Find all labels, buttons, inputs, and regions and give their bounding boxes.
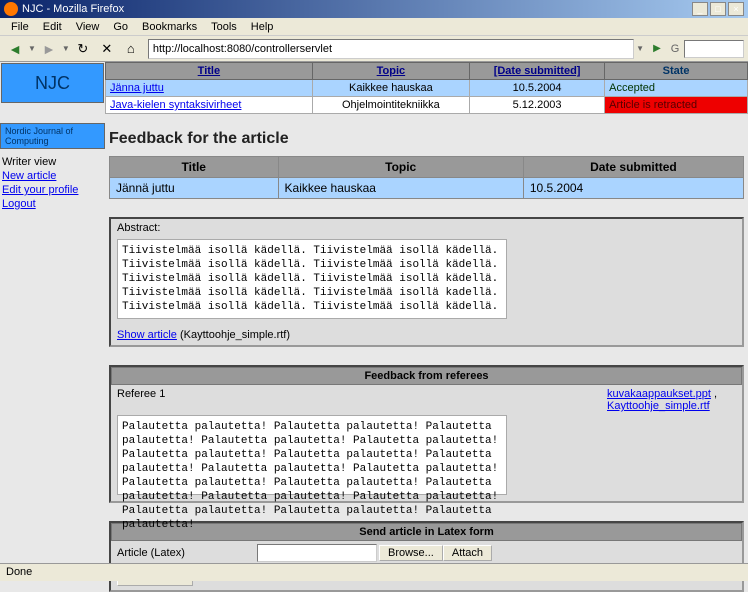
attach-button[interactable]: Attach [443,545,492,561]
sidebar: NJC Nordic Journal of Computing Writer v… [0,62,105,592]
col-state[interactable]: State [605,63,748,80]
articles-table: Title Topic [Date submitted] State Jänna… [105,62,748,114]
forward-dropdown-icon[interactable]: ▼ [62,44,70,53]
article-title-link[interactable]: Jänna juttu [110,82,164,94]
close-button[interactable]: × [728,2,744,16]
show-article-file: (Kayttoohje_simple.rtf) [180,329,290,341]
latex-file-input[interactable] [257,544,377,562]
window-title: NJC - Mozilla Firefox [22,3,124,15]
status-text: Done [6,566,32,578]
forward-button[interactable]: ► [38,38,60,60]
table-row[interactable]: Java-kielen syntaksivirheet Ohjelmointit… [106,97,748,114]
referee-text: Palautetta palautetta! Palautetta palaut… [117,415,507,495]
fh-title: Title [110,157,279,178]
window-titlebar: NJC - Mozilla Firefox _ □ × [0,0,748,18]
menu-tools[interactable]: Tools [204,19,244,35]
menu-file[interactable]: File [4,19,36,35]
menubar: File Edit View Go Bookmarks Tools Help [0,18,748,36]
referee-link-b[interactable]: Kayttoohje_simple.rtf [607,400,710,412]
minimize-button[interactable]: _ [692,2,708,16]
writer-view-label: Writer view [2,155,103,169]
logout-link[interactable]: Logout [2,197,103,211]
page-title: Feedback for the article [109,114,744,156]
edit-profile-link[interactable]: Edit your profile [2,183,103,197]
latex-section: Send article in Latex form Article (Late… [109,521,744,592]
go-button[interactable]: ▶ [648,40,666,58]
maximize-button[interactable]: □ [710,2,726,16]
back-dropdown-icon[interactable]: ▼ [28,44,36,53]
latex-label: Article (Latex) [117,547,257,559]
col-topic[interactable]: Topic [312,63,469,80]
article-date: 5.12.2003 [470,97,605,114]
feedback-header-table: Title Topic Date submitted Jännä juttu K… [109,156,744,199]
referee-link-a[interactable]: kuvakaappaukset.ppt [607,388,711,400]
nav-toolbar: ◄ ▼ ► ▼ ↻ ✕ ⌂ ▼ ▶ G [0,36,748,62]
stop-button[interactable]: ✕ [96,38,118,60]
article-state: Article is retracted [605,97,748,114]
abstract-section: Abstract: Tiivistelmää isollä kädellä. T… [109,217,744,347]
new-article-link[interactable]: New article [2,169,103,183]
referee-section-header: Feedback from referees [111,367,742,385]
article-topic: Kaikkee hauskaa [312,80,469,97]
article-title-link[interactable]: Java-kielen syntaksivirheet [110,99,241,111]
reload-button[interactable]: ↻ [72,38,94,60]
article-date: 10.5.2004 [470,80,605,97]
menu-help[interactable]: Help [244,19,281,35]
search-input[interactable] [684,40,744,58]
journal-label: Nordic Journal of Computing [0,123,105,149]
fh-date: Date submitted [523,157,743,178]
table-row[interactable]: Jänna juttu Kaikkee hauskaa 10.5.2004 Ac… [106,80,748,97]
abstract-label: Abstract: [111,219,742,237]
referee-section: Feedback from referees Referee 1 kuvakaa… [109,365,744,503]
menu-bookmarks[interactable]: Bookmarks [135,19,204,35]
abstract-text: Tiivistelmää isollä kädellä. Tiivistelmä… [117,239,507,319]
menu-view[interactable]: View [69,19,107,35]
search-engine-icon[interactable]: G [668,43,682,55]
referee-label: Referee 1 [117,388,607,412]
show-article-link[interactable]: Show article [117,329,177,341]
article-topic: Ohjelmointitekniikka [312,97,469,114]
latex-section-header: Send article in Latex form [111,523,742,541]
home-button[interactable]: ⌂ [120,38,142,60]
fv-topic: Kaikkee hauskaa [278,178,523,199]
back-button[interactable]: ◄ [4,38,26,60]
fv-date: 10.5.2004 [523,178,743,199]
logo: NJC [1,63,104,103]
col-date[interactable]: [Date submitted] [470,63,605,80]
fv-title: Jännä juttu [110,178,279,199]
article-state: Accepted [605,80,748,97]
url-input[interactable] [148,39,634,59]
main-content: Title Topic [Date submitted] State Jänna… [105,62,748,592]
menu-go[interactable]: Go [106,19,135,35]
browse-button[interactable]: Browse... [379,545,443,561]
url-dropdown-icon[interactable]: ▼ [636,44,644,53]
fh-topic: Topic [278,157,523,178]
menu-edit[interactable]: Edit [36,19,69,35]
firefox-icon [4,2,18,16]
col-title[interactable]: Title [106,63,313,80]
statusbar: Done [0,563,748,581]
